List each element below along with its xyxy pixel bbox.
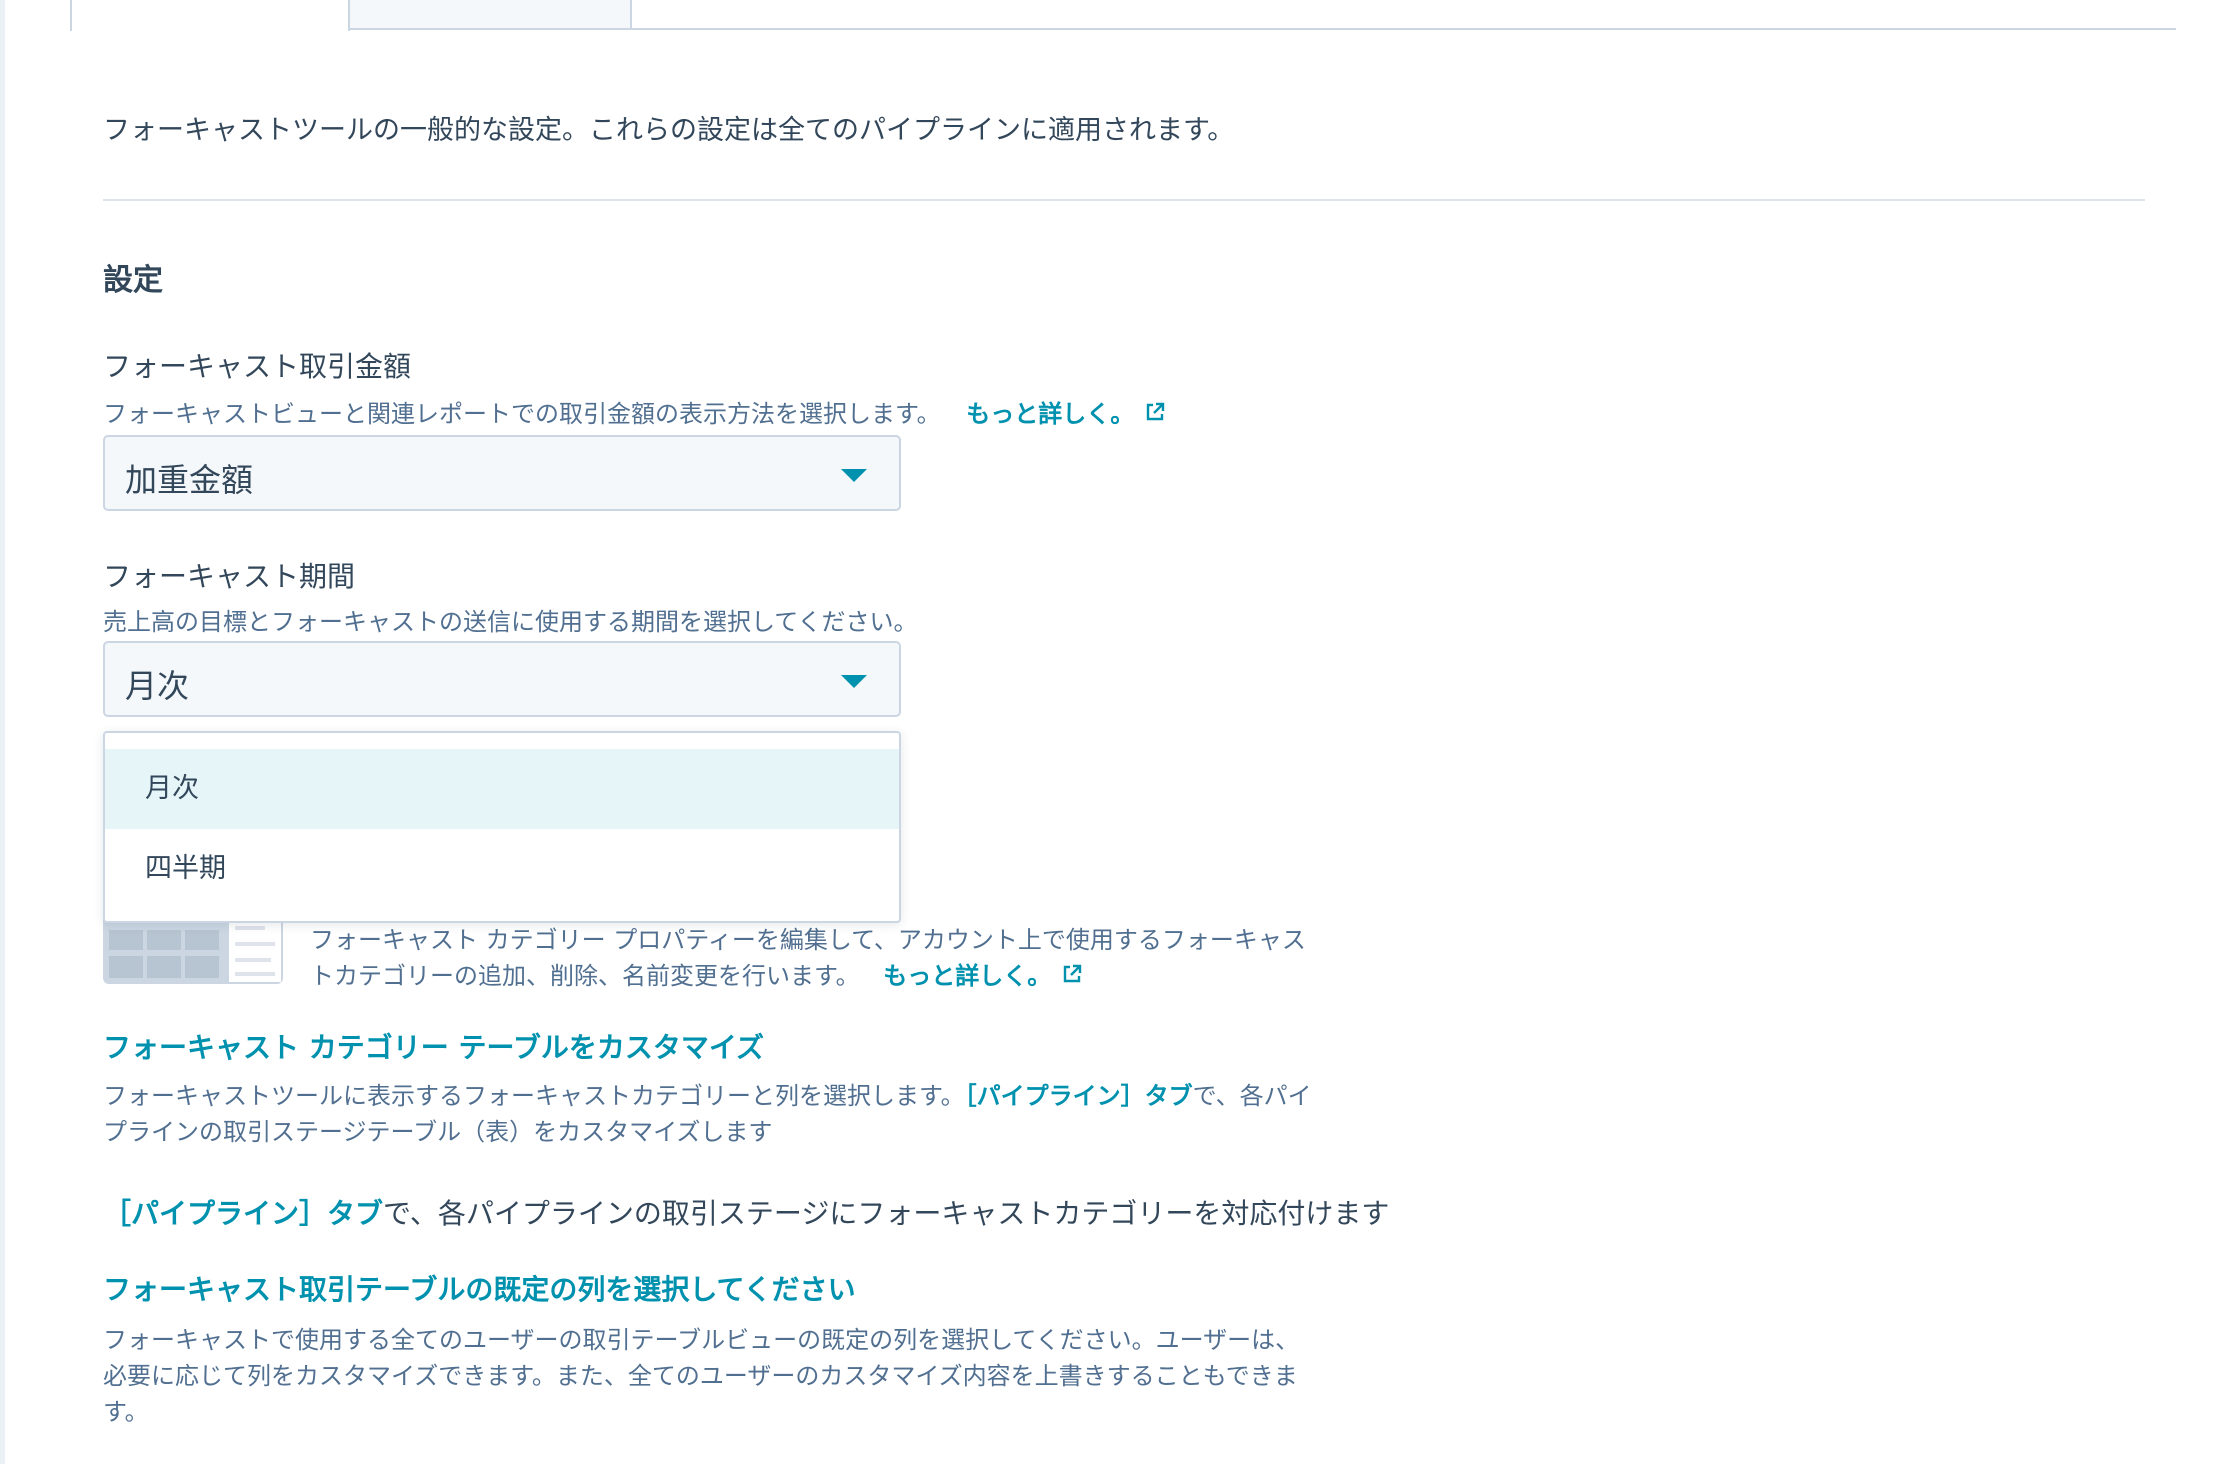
- customize-help-tail: で、各パイ: [1192, 1082, 1312, 1110]
- period-option-quarterly[interactable]: 四半期: [105, 829, 899, 909]
- left-rail: [0, 0, 5, 1464]
- caret-down-icon: [841, 675, 867, 688]
- external-link-icon[interactable]: [1061, 963, 1083, 991]
- caret-down-icon: [841, 469, 867, 482]
- period-option-monthly[interactable]: 月次: [105, 749, 899, 829]
- tab-bar-border: [70, 28, 2176, 30]
- period-dropdown-menu: 月次 四半期: [103, 731, 901, 923]
- period-select-value: 月次: [125, 667, 190, 705]
- default-columns-help-line1: フォーキャストで使用する全てのユーザーの取引テーブルビューの既定の列を選択してく…: [103, 1326, 1300, 1354]
- category-help-text: トカテゴリーの追加、削除、名前変更を行います。: [310, 962, 860, 990]
- pipeline-tab-link[interactable]: ［パイプライン］タブ: [103, 1197, 383, 1230]
- category-help-line2: トカテゴリーの追加、削除、名前変更を行います。 もっと詳しく。: [310, 956, 1083, 991]
- amount-help: フォーキャストビューと関連レポートでの取引金額の表示方法を選択します。 もっと詳…: [103, 394, 1166, 429]
- mapping-row: ［パイプライン］タブで、各パイプラインの取引ステージにフォーキャストカテゴリーを…: [103, 1192, 1389, 1232]
- amount-learn-more-link[interactable]: もっと詳しく。: [966, 400, 1134, 428]
- external-link-icon[interactable]: [1144, 401, 1166, 429]
- customize-table-link[interactable]: フォーキャスト カテゴリー テーブルをカスタマイズ: [103, 1026, 764, 1066]
- intro-text: フォーキャストツールの一般的な設定。これらの設定は全てのパイプラインに適用されま…: [103, 115, 1235, 146]
- section-divider: [103, 199, 2145, 201]
- default-columns-help-line2: 必要に応じて列をカスタマイズできます。また、全てのユーザーのカスタマイズ内容を上…: [103, 1362, 1298, 1390]
- default-columns-help-line3: す。: [103, 1398, 149, 1426]
- customize-help-text: フォーキャストツールに表示するフォーキャストカテゴリーと列を選択します。: [103, 1082, 965, 1110]
- amount-select-value: 加重金額: [125, 461, 254, 499]
- customize-help-line2: プラインの取引ステージテーブル（表）をカスタマイズします: [103, 1118, 773, 1146]
- mapping-text: で、各パイプラインの取引ステージにフォーキャストカテゴリーを対応付けます: [383, 1197, 1390, 1230]
- category-help-line1: フォーキャスト カテゴリー プロパティーを編集して、アカウント上で使用するフォー…: [310, 926, 1306, 954]
- period-help: 売上高の目標とフォーキャストの送信に使用する期間を選択してください。: [103, 608, 918, 636]
- default-columns-link[interactable]: フォーキャスト取引テーブルの既定の列を選択してください: [103, 1268, 856, 1308]
- amount-label: フォーキャスト取引金額: [103, 350, 412, 383]
- amount-help-text: フォーキャストビューと関連レポートでの取引金額の表示方法を選択します。: [103, 400, 941, 428]
- tab-inactive[interactable]: [350, 0, 632, 30]
- customize-help-line1: フォーキャストツールに表示するフォーキャストカテゴリーと列を選択します。［パイプ…: [103, 1076, 1312, 1111]
- section-title: 設定: [103, 263, 163, 298]
- period-label: フォーキャスト期間: [103, 560, 356, 593]
- category-learn-more-link[interactable]: もっと詳しく。: [883, 962, 1051, 990]
- pipeline-tab-link[interactable]: ［パイプライン］タブ: [965, 1082, 1193, 1110]
- tab-bar: [70, 0, 2176, 31]
- amount-select[interactable]: 加重金額: [103, 435, 901, 511]
- tab-active[interactable]: [70, 0, 350, 31]
- period-select[interactable]: 月次: [103, 641, 901, 717]
